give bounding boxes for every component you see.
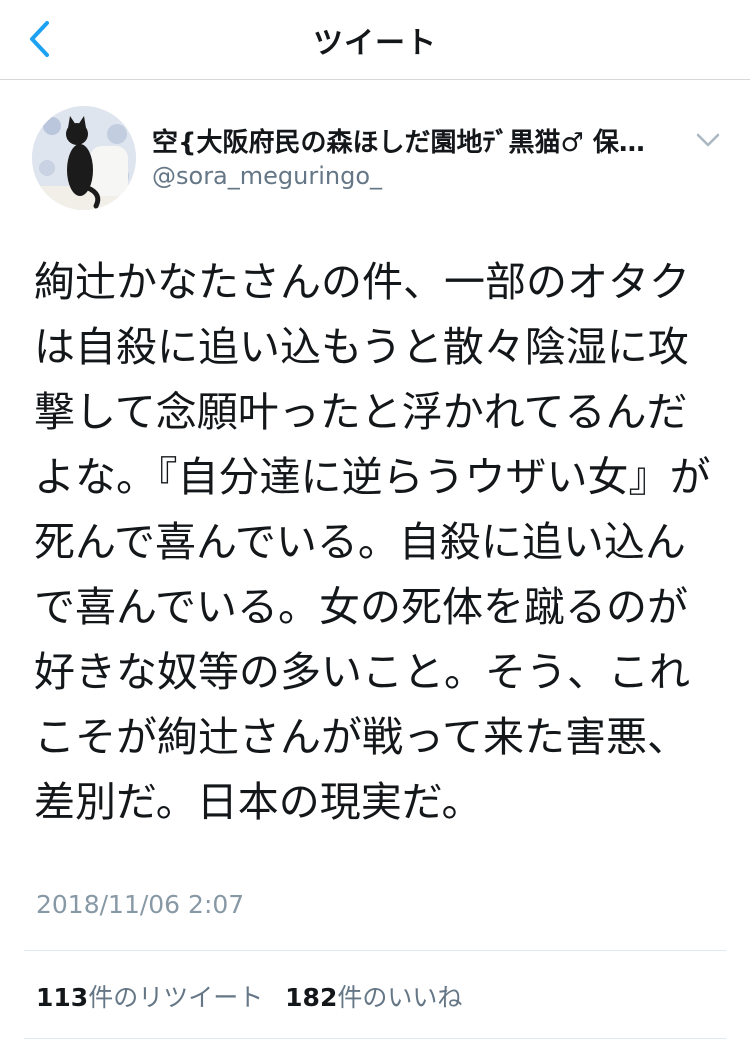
- chevron-down-icon: [696, 133, 720, 147]
- retweet-count-link[interactable]: 113件のリツイート: [36, 978, 263, 1014]
- like-count: 182: [285, 983, 338, 1012]
- like-count-link[interactable]: 182件のいいね: [285, 978, 462, 1014]
- navigation-bar: ツイート: [0, 0, 750, 80]
- divider: [24, 1038, 726, 1039]
- black-cat-avatar-image: [32, 106, 136, 210]
- display-name[interactable]: 空{大阪府民の森ほしだ園地ﾃﾞ黒猫♂ 保…: [152, 122, 692, 159]
- tweet-stats: 113件のリツイート 182件のいいね: [36, 978, 476, 1014]
- tweet-timestamp[interactable]: 2018/11/06 2:07: [36, 890, 244, 919]
- tweet-header: 空{大阪府民の森ほしだ園地ﾃﾞ黒猫♂ 保… @sora_meguringo_: [0, 80, 750, 220]
- tweet-options-button[interactable]: [690, 122, 726, 158]
- divider: [24, 950, 726, 951]
- page-title: ツイート: [313, 26, 437, 61]
- username[interactable]: @sora_meguringo_: [152, 162, 382, 190]
- like-label: 件のいいね: [337, 983, 463, 1012]
- avatar[interactable]: [32, 106, 136, 210]
- tweet-text: 絢辻かなたさんの件、一部のオタクは自殺に追い込もうと散々陰湿に攻撃して念願叶った…: [34, 258, 711, 826]
- retweet-label: 件のリツイート: [88, 983, 264, 1012]
- retweet-count: 113: [36, 983, 89, 1012]
